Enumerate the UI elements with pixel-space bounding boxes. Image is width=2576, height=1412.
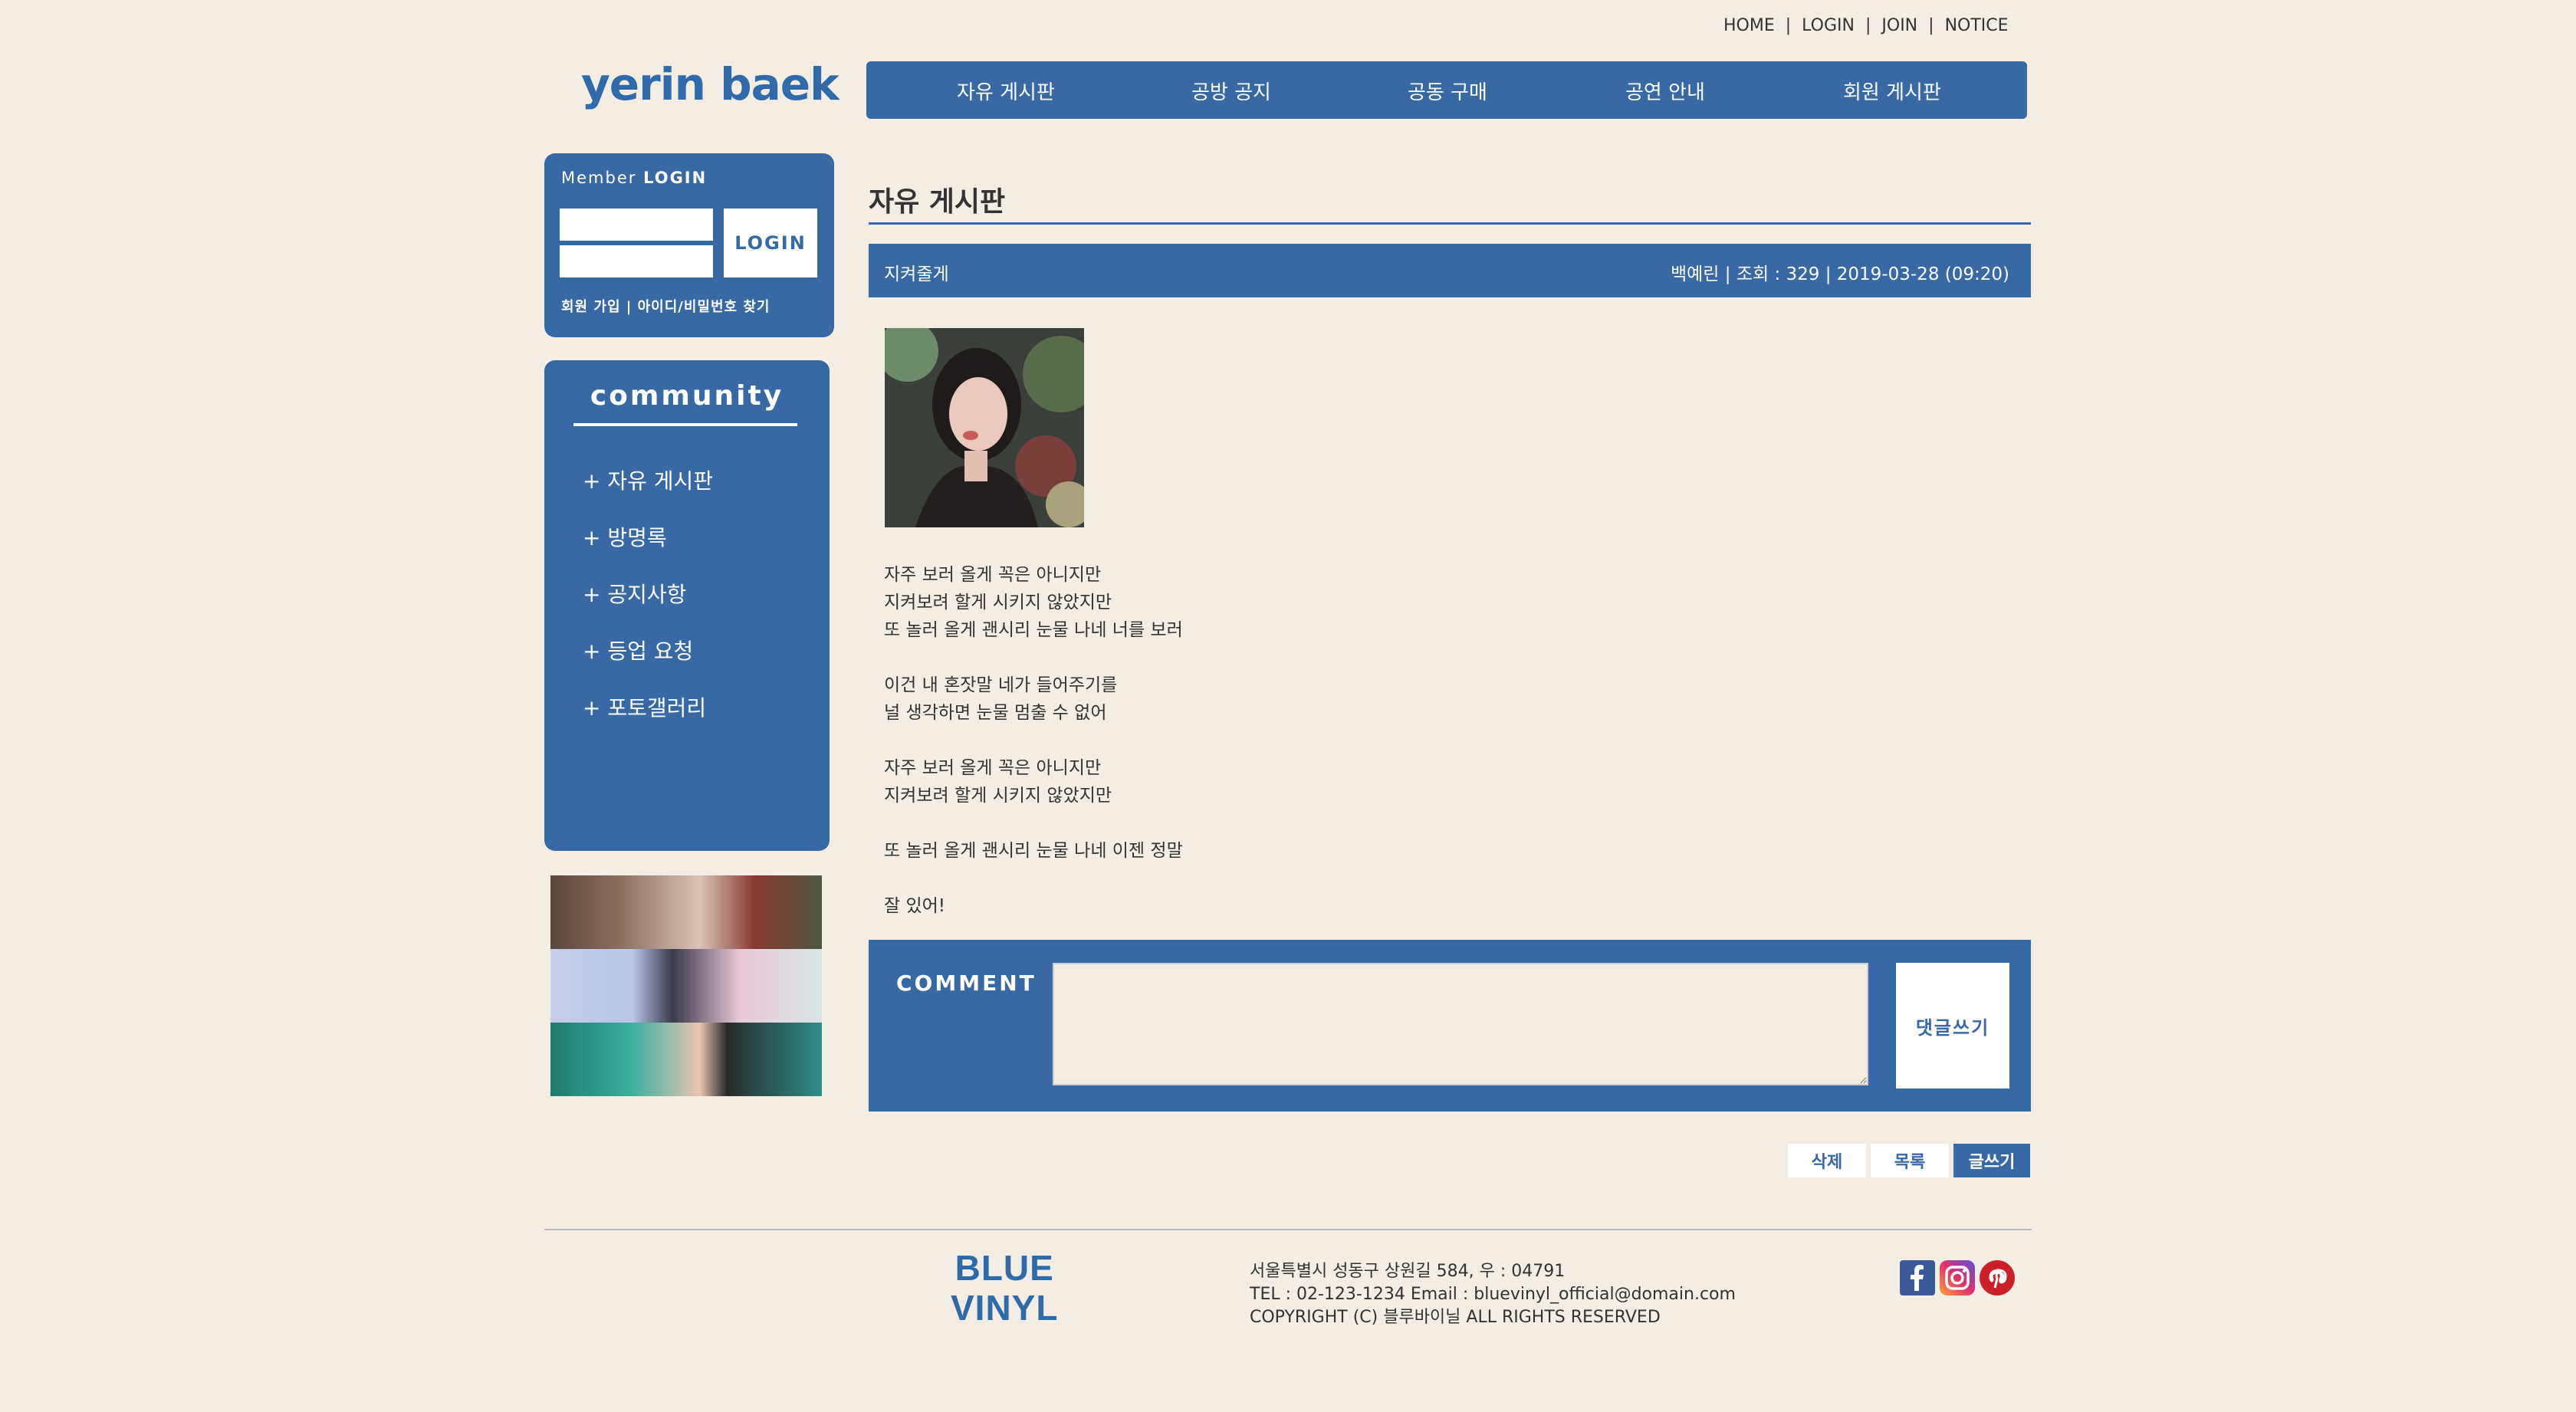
community-menu: community + 자유 게시판 + 방명록 + 공지사항 + 등업 요청 … [544, 360, 830, 851]
post-line: 지켜보려 할게 시키지 않았지만 [884, 593, 1112, 612]
separator: | [1865, 15, 1871, 35]
footer-info: 서울특별시 성동구 상원길 584, 우 : 04791 TEL : 02-12… [1250, 1260, 1736, 1329]
divider [573, 423, 797, 426]
community-title: community [590, 380, 784, 412]
footer-logo-line: VINYL [951, 1288, 1059, 1328]
post-title: 지켜줄게 [884, 264, 949, 284]
member-login-box: Member LOGIN LOGIN 회원 가입 | 아이디/비밀번호 찾기 [544, 153, 834, 337]
comment-label: COMMENT [896, 970, 1037, 996]
footer-copyright: COPYRIGHT (C) 블루바이닐 ALL RIGHTS RESERVED [1250, 1308, 1661, 1327]
banner-photo-2[interactable] [550, 949, 822, 1023]
post-line: 자주 보러 올게 꼭은 아니지만 [884, 565, 1102, 585]
menu-free-board[interactable]: + 자유 게시판 [583, 465, 713, 495]
menu-notice[interactable]: + 공지사항 [583, 578, 686, 609]
post-body: 자주 보러 올게 꼭은 아니지만 지켜보려 할게 시키지 않았지만 또 놀러 올… [884, 561, 1183, 920]
portrait-illustration [885, 328, 1084, 527]
delete-button[interactable]: 삭제 [1788, 1144, 1866, 1177]
post-line: 지켜보려 할게 시키지 않았지만 [884, 786, 1112, 806]
footer-divider [544, 1229, 2032, 1230]
comment-box: COMMENT 댓글쓰기 [869, 940, 2031, 1112]
post-line: 널 생각하면 눈물 멈출 수 없어 [884, 703, 1107, 723]
write-button[interactable]: 글쓰기 [1953, 1144, 2030, 1177]
password-input[interactable] [560, 245, 713, 277]
main-nav: 자유 게시판 공방 공지 공동 구매 공연 안내 회원 게시판 [866, 61, 2027, 119]
menu-levelup-request[interactable]: + 등업 요청 [583, 635, 693, 665]
post-header: 지켜줄게 백예린 | 조회 : 329 | 2019-03-28 (09:20) [869, 244, 2031, 297]
facebook-icon[interactable] [1900, 1260, 1935, 1295]
post-line [884, 809, 1183, 837]
login-title: Member LOGIN [561, 169, 708, 187]
post-line: 자주 보러 올게 꼭은 아니지만 [884, 758, 1102, 778]
post-image [885, 328, 1084, 527]
join-link[interactable]: JOIN [1881, 16, 1917, 35]
post-line: 또 놀러 올게 괜시리 눈물 나네 이젠 정말 [884, 841, 1183, 861]
notice-link[interactable]: NOTICE [1945, 16, 2009, 35]
post-meta: 백예린 | 조회 : 329 | 2019-03-28 (09:20) [1670, 264, 2009, 284]
nav-free-board[interactable]: 자유 게시판 [957, 77, 1055, 105]
post-line [884, 865, 1183, 892]
post-line [884, 644, 1183, 672]
menu-guestbook[interactable]: + 방명록 [583, 521, 667, 552]
post-line [884, 727, 1183, 754]
separator: | [1785, 15, 1792, 35]
site-logo[interactable]: yerin baek [581, 58, 840, 110]
home-link[interactable]: HOME [1723, 16, 1775, 35]
submit-comment-button[interactable]: 댓글쓰기 [1896, 963, 2009, 1089]
post-line: 이건 내 혼잣말 네가 들어주기를 [884, 675, 1118, 695]
nav-member-board[interactable]: 회원 게시판 [1843, 77, 1941, 105]
post-line: 잘 있어! [884, 896, 946, 916]
nav-concert-info[interactable]: 공연 안내 [1625, 77, 1705, 105]
separator: | [1928, 15, 1934, 35]
footer-logo: BLUE VINYL [951, 1248, 1058, 1328]
footer-logo-line: BLUE [955, 1248, 1054, 1288]
login-button[interactable]: LOGIN [724, 209, 817, 277]
footer-address: 서울특별시 성동구 상원길 584, 우 : 04791 [1250, 1262, 1566, 1281]
login-links[interactable]: 회원 가입 | 아이디/비밀번호 찾기 [561, 296, 770, 316]
instagram-icon[interactable] [1940, 1260, 1975, 1295]
nav-workshop-notice[interactable]: 공방 공지 [1191, 77, 1271, 105]
login-link[interactable]: LOGIN [1802, 16, 1855, 35]
nav-group-buy[interactable]: 공동 구매 [1408, 77, 1487, 105]
comment-input[interactable] [1053, 963, 1868, 1085]
board-title: 자유 게시판 [869, 186, 1006, 218]
banner-photo-3[interactable] [550, 1023, 822, 1096]
post-line: 또 놀러 올게 괜시리 눈물 나네 너를 보러 [884, 620, 1183, 640]
menu-photo-gallery[interactable]: + 포토갤러리 [583, 691, 706, 722]
list-button[interactable]: 목록 [1871, 1144, 1949, 1177]
banner-photo-1[interactable] [550, 875, 822, 949]
top-links: HOME | LOGIN | JOIN | NOTICE [1723, 14, 2009, 37]
user-id-input[interactable] [560, 209, 713, 241]
divider [869, 222, 2031, 225]
pinterest-icon[interactable] [1980, 1260, 2015, 1295]
footer-contact: TEL : 02-123-1234 Email : bluevinyl_offi… [1250, 1285, 1736, 1304]
